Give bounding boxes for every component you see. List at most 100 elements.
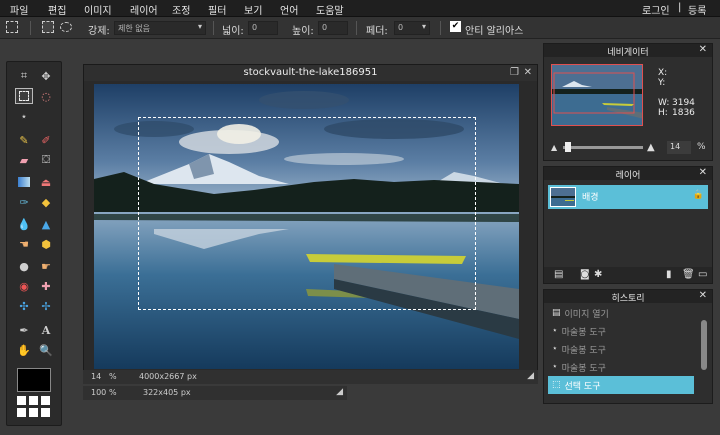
zoom-in-icon[interactable]: ▲ bbox=[647, 142, 655, 153]
history-item-active[interactable]: ⬚ 선택 도구 bbox=[548, 376, 694, 394]
height-input[interactable]: 0 bbox=[318, 21, 348, 35]
rect-select-icon[interactable] bbox=[42, 21, 54, 33]
resize-icon[interactable]: ◢ bbox=[336, 387, 343, 397]
shapes-icon[interactable]: ◆ bbox=[37, 194, 55, 210]
antialias-checkbox[interactable]: ✔ bbox=[450, 21, 461, 32]
close-icon[interactable]: ✕ bbox=[699, 167, 707, 178]
w-value: 3194 bbox=[672, 98, 695, 108]
menu-file[interactable]: 파일 bbox=[10, 2, 28, 17]
eraser-glyph: ▰ bbox=[19, 153, 29, 167]
menu-filter[interactable]: 필터 bbox=[208, 2, 226, 17]
menu-language[interactable]: 언어 bbox=[280, 2, 298, 17]
dodge-icon[interactable]: ☛ bbox=[37, 258, 55, 274]
spot-heal-icon[interactable]: ✚ bbox=[37, 278, 55, 294]
red-eye-icon[interactable]: ◉ bbox=[15, 278, 33, 294]
feather-select[interactable]: 0 ▾ bbox=[394, 21, 430, 35]
drop-icon[interactable]: 💧 bbox=[15, 216, 33, 232]
resize-icon[interactable]: ◢ bbox=[527, 371, 534, 381]
new-layer-icon[interactable]: ▮ bbox=[666, 269, 672, 280]
menu-image[interactable]: 이미지 bbox=[84, 2, 112, 17]
type-icon[interactable]: A bbox=[37, 322, 55, 338]
color-picker-icon[interactable]: ✒ bbox=[15, 322, 33, 338]
menu-help[interactable]: 도움말 bbox=[316, 2, 344, 17]
zoom2-unit: % bbox=[109, 388, 117, 397]
layers-toolbar: ▤ ◙ ✱ ▮ 🗑 ▭ bbox=[544, 267, 712, 283]
canvas-image[interactable] bbox=[94, 84, 519, 369]
layer-menu-icon[interactable]: ▭ bbox=[698, 269, 707, 280]
color-grid-icon[interactable] bbox=[17, 396, 51, 418]
smudge-glyph: ☚ bbox=[19, 237, 29, 251]
hand-icon[interactable]: ✋ bbox=[15, 342, 33, 358]
constraint-value: 제한 없음 bbox=[118, 24, 150, 33]
pencil-icon[interactable]: ✎ bbox=[15, 132, 33, 148]
selection-marquee[interactable] bbox=[138, 117, 476, 310]
layer-settings-icon[interactable]: ▤ bbox=[554, 269, 563, 280]
foreground-color-swatch[interactable] bbox=[17, 368, 51, 392]
pinch-icon[interactable]: ✢ bbox=[37, 298, 55, 314]
login-link[interactable]: 로그인 bbox=[642, 2, 670, 17]
layer-row[interactable]: 배경 🔒 bbox=[548, 185, 708, 209]
layer-mask-icon[interactable]: ◙ bbox=[580, 269, 590, 280]
menu-bar: 파일 편집 이미지 레이어 조정 필터 보기 언어 도움말 로그인 | 등록 bbox=[0, 0, 720, 17]
history-scrollbar[interactable] bbox=[701, 320, 707, 370]
magic-wand-icon[interactable]: ⋆ bbox=[15, 108, 33, 124]
navigator-zoom-input[interactable]: 14 bbox=[667, 141, 691, 154]
lasso-icon[interactable]: ◌ bbox=[37, 88, 55, 104]
menu-adjust[interactable]: 조정 bbox=[172, 2, 190, 17]
burn-icon[interactable]: ● bbox=[15, 258, 33, 274]
zoom-value[interactable]: 14 bbox=[91, 372, 101, 381]
constraint-label: 강제: bbox=[88, 26, 110, 37]
close-icon[interactable]: ✕ bbox=[699, 290, 707, 301]
marquee-icon[interactable] bbox=[15, 88, 33, 104]
zoom-slider-track[interactable] bbox=[563, 146, 643, 149]
layer-styles-icon[interactable]: ✱ bbox=[594, 269, 602, 280]
bucket-icon[interactable]: ⛋ bbox=[37, 152, 55, 168]
color-replace-glyph: ✑ bbox=[19, 195, 29, 209]
document-size: 4000x2667 px bbox=[139, 372, 197, 381]
ellipse-select-icon[interactable] bbox=[60, 22, 72, 32]
eraser-icon[interactable]: ▰ bbox=[15, 152, 33, 168]
zoom2-value[interactable]: 100 bbox=[91, 388, 106, 397]
drop-glyph: 💧 bbox=[17, 217, 31, 231]
menu-layer[interactable]: 레이어 bbox=[130, 2, 158, 17]
zoom-icon[interactable]: 🔍 bbox=[37, 342, 55, 358]
zoom-out-icon[interactable]: ▲ bbox=[551, 143, 557, 152]
stamp-icon[interactable]: ⏏ bbox=[37, 174, 55, 190]
trash-icon[interactable]: 🗑 bbox=[682, 269, 695, 280]
restore-icon[interactable]: ❐ bbox=[510, 67, 519, 78]
move-icon[interactable]: ✥ bbox=[37, 68, 55, 84]
gradient-icon[interactable] bbox=[15, 174, 33, 190]
close-icon[interactable]: ✕ bbox=[699, 44, 707, 55]
width-input[interactable]: 0 bbox=[248, 21, 278, 35]
sharpen-icon[interactable]: ▲ bbox=[37, 216, 55, 232]
sponge-icon[interactable]: ⬢ bbox=[37, 236, 55, 252]
history-item[interactable]: ⋆ 마술봉 도구 bbox=[552, 322, 606, 340]
smudge-icon[interactable]: ☚ bbox=[15, 236, 33, 252]
pencil-glyph: ✎ bbox=[19, 133, 29, 147]
menu-view[interactable]: 보기 bbox=[244, 2, 262, 17]
menu-edit[interactable]: 편집 bbox=[48, 2, 66, 17]
layer-name[interactable]: 배경 bbox=[582, 190, 599, 203]
color-replace-icon[interactable]: ✑ bbox=[15, 194, 33, 210]
brush-icon[interactable]: ✐ bbox=[37, 132, 55, 148]
bloat-glyph: ✣ bbox=[19, 299, 29, 313]
height-label: 높이: bbox=[292, 26, 314, 37]
crop-icon[interactable]: ⌗ bbox=[15, 68, 33, 84]
navigator-zoom-row: ▲ ▲ 14 % bbox=[549, 141, 709, 155]
register-link[interactable]: 등록 bbox=[688, 2, 706, 17]
history-item[interactable]: ⋆ 마술봉 도구 bbox=[552, 340, 606, 358]
lasso-glyph: ◌ bbox=[41, 89, 51, 103]
close-icon[interactable]: ✕ bbox=[524, 67, 532, 78]
shapes-glyph: ◆ bbox=[41, 195, 51, 209]
constraint-select[interactable]: 제한 없음 ▾ bbox=[114, 21, 206, 35]
bloat-icon[interactable]: ✣ bbox=[15, 298, 33, 314]
secondary-size: 322x405 px bbox=[143, 388, 191, 397]
layers-title: 레이어 bbox=[615, 171, 641, 181]
marquee-mode-icon[interactable] bbox=[6, 21, 18, 33]
navigator-zoom-unit: % bbox=[697, 142, 706, 152]
zoom-unit: % bbox=[109, 372, 117, 381]
history-item[interactable]: ▤ 이미지 열기 bbox=[552, 304, 609, 322]
history-item[interactable]: ⋆ 마술봉 도구 bbox=[552, 358, 606, 376]
zoom-slider-thumb[interactable] bbox=[565, 142, 571, 152]
navigator-thumbnail[interactable] bbox=[551, 64, 643, 126]
